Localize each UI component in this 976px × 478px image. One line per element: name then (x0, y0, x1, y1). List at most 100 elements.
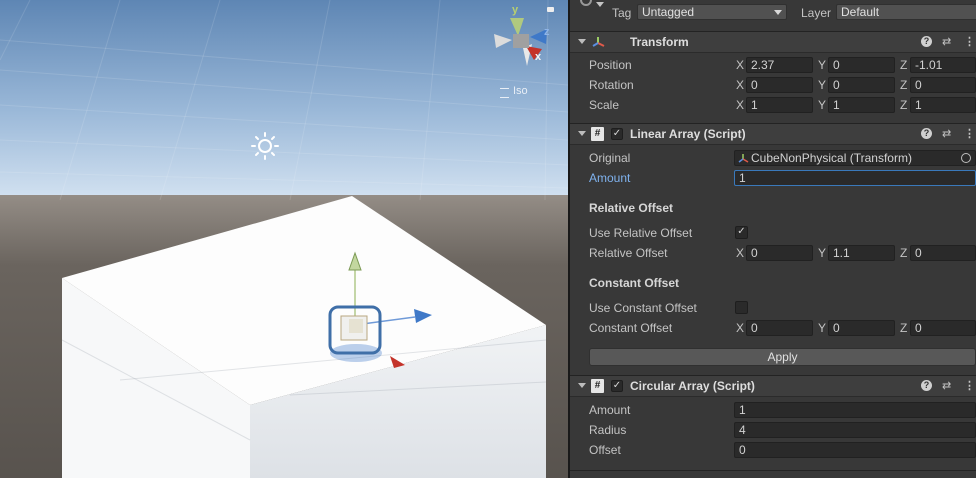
transform-title: Transform (630, 35, 689, 49)
icon-dropdown-arrow[interactable] (596, 2, 604, 7)
constant-offset-y-axis-label[interactable]: Y (818, 320, 826, 336)
layer-dropdown-value: Default (841, 5, 880, 19)
script-icon: # (591, 127, 604, 141)
relative-offset-x-axis-label[interactable]: X (736, 245, 744, 261)
tag-label: Tag (612, 6, 632, 20)
object-picker-icon[interactable] (961, 153, 971, 163)
transform-header[interactable]: Transform ? ⇄ ⋮ (570, 31, 976, 53)
linear-array-header[interactable]: # ✓ Linear Array (Script) ? ⇄ ⋮ (570, 123, 976, 145)
constant-offset-label: Constant Offset (589, 321, 673, 335)
original-object-field[interactable]: CubeNonPhysical (Transform) (734, 150, 976, 166)
presets-icon[interactable]: ⇄ (942, 380, 951, 392)
use-constant-offset-checkbox[interactable] (735, 301, 748, 314)
layer-dropdown[interactable]: Default (836, 4, 976, 20)
original-object-value: CubeNonPhysical (Transform) (751, 151, 912, 165)
more-options-icon[interactable]: ⋮ (964, 128, 975, 140)
chevron-down-icon (774, 10, 782, 15)
help-icon[interactable]: ? (921, 380, 932, 391)
gizmo-x-label: x (535, 51, 542, 63)
lock-icon[interactable] (547, 7, 554, 12)
offset-field[interactable]: 0 (734, 442, 976, 458)
scene-canvas[interactable] (0, 0, 568, 478)
use-constant-offset-label: Use Constant Offset (589, 301, 697, 315)
relative-offset-z-field[interactable]: 0 (910, 245, 976, 261)
component-separator (570, 470, 976, 471)
gizmo-z-label: z (544, 26, 550, 38)
relative-offset-label: Relative Offset (589, 246, 668, 260)
sky (0, 0, 568, 200)
scale-x-axis-label[interactable]: X (736, 97, 744, 113)
circular-array-title: Circular Array (Script) (630, 379, 755, 393)
constant-offset-y-field[interactable]: 0 (828, 320, 895, 336)
foldout-arrow-icon[interactable] (578, 39, 586, 44)
rotation-z-axis-label[interactable]: Z (900, 77, 907, 93)
tag-dropdown[interactable]: Untagged (637, 4, 787, 20)
orientation-gizmo[interactable]: y z x (490, 4, 560, 74)
rotation-label: Rotation (589, 78, 634, 92)
presets-icon[interactable]: ⇄ (942, 128, 951, 140)
rotation-y-field[interactable]: 0 (828, 77, 895, 93)
scale-z-axis-label[interactable]: Z (900, 97, 907, 113)
relative-offset-z-axis-label[interactable]: Z (900, 245, 907, 261)
radius-field[interactable]: 4 (734, 422, 976, 438)
transform-icon (592, 36, 606, 48)
transform-icon (738, 152, 750, 164)
relative-offset-x-field[interactable]: 0 (746, 245, 813, 261)
position-z-field[interactable]: -1.01 (910, 57, 976, 73)
apply-button[interactable]: Apply (589, 348, 976, 366)
iso-projection-label: Iso (513, 85, 528, 97)
gizmo-y-label: y (512, 4, 519, 16)
constant-offset-section-header: Constant Offset (589, 276, 679, 290)
use-relative-offset-checkbox[interactable]: ✓ (735, 226, 748, 239)
scale-y-axis-label[interactable]: Y (818, 97, 826, 113)
offset-label: Offset (589, 443, 621, 457)
help-icon[interactable]: ? (921, 128, 932, 139)
more-options-icon[interactable]: ⋮ (964, 36, 975, 48)
relative-offset-section-header: Relative Offset (589, 201, 674, 215)
rotation-x-field[interactable]: 0 (746, 77, 813, 93)
scale-y-field[interactable]: 1 (828, 97, 895, 113)
foldout-arrow-icon[interactable] (578, 131, 586, 136)
scale-x-field[interactable]: 1 (746, 97, 813, 113)
foldout-arrow-icon[interactable] (578, 383, 586, 388)
radius-label: Radius (589, 423, 627, 437)
amount-label: Amount (589, 171, 631, 185)
linear-array-title: Linear Array (Script) (630, 127, 746, 141)
relative-offset-y-field[interactable]: 1.1 (828, 245, 895, 261)
menu-lines-icon (500, 88, 509, 98)
gameobject-icon[interactable] (580, 0, 592, 6)
position-y-axis-label[interactable]: Y (818, 57, 826, 73)
layer-label: Layer (801, 6, 832, 20)
position-x-axis-label[interactable]: X (736, 57, 744, 73)
script-icon: # (591, 379, 604, 393)
position-z-axis-label[interactable]: Z (900, 57, 907, 73)
scene-view[interactable]: y z x Iso (0, 0, 568, 478)
position-y-field[interactable]: 0 (828, 57, 895, 73)
rotation-x-axis-label[interactable]: X (736, 77, 744, 93)
circular-amount-label: Amount (589, 403, 631, 417)
scale-label: Scale (589, 98, 620, 112)
scale-z-field[interactable]: 1 (910, 97, 976, 113)
inspector-panel: Tag Untagged Layer Default Transform ? ⇄… (570, 0, 976, 478)
position-x-field[interactable]: 2.37 (746, 57, 813, 73)
linear-array-enabled-checkbox[interactable]: ✓ (611, 128, 623, 140)
amount-field[interactable]: 1 (734, 170, 976, 186)
use-relative-offset-label: Use Relative Offset (589, 226, 693, 240)
constant-offset-x-field[interactable]: 0 (746, 320, 813, 336)
position-label: Position (589, 58, 632, 72)
relative-offset-y-axis-label[interactable]: Y (818, 245, 826, 261)
original-label: Original (589, 151, 631, 165)
circular-array-enabled-checkbox[interactable]: ✓ (611, 380, 623, 392)
constant-offset-z-axis-label[interactable]: Z (900, 320, 907, 336)
constant-offset-z-field[interactable]: 0 (910, 320, 976, 336)
rotation-y-axis-label[interactable]: Y (818, 77, 826, 93)
constant-offset-x-axis-label[interactable]: X (736, 320, 744, 336)
circular-array-header[interactable]: # ✓ Circular Array (Script) ? ⇄ ⋮ (570, 375, 976, 397)
gameobject-header: Tag Untagged Layer Default (570, 0, 976, 28)
circular-amount-field[interactable]: 1 (734, 402, 976, 418)
presets-icon[interactable]: ⇄ (942, 36, 951, 48)
rotation-z-field[interactable]: 0 (910, 77, 976, 93)
help-icon[interactable]: ? (921, 36, 932, 47)
tag-dropdown-value: Untagged (642, 5, 695, 19)
more-options-icon[interactable]: ⋮ (964, 380, 975, 392)
